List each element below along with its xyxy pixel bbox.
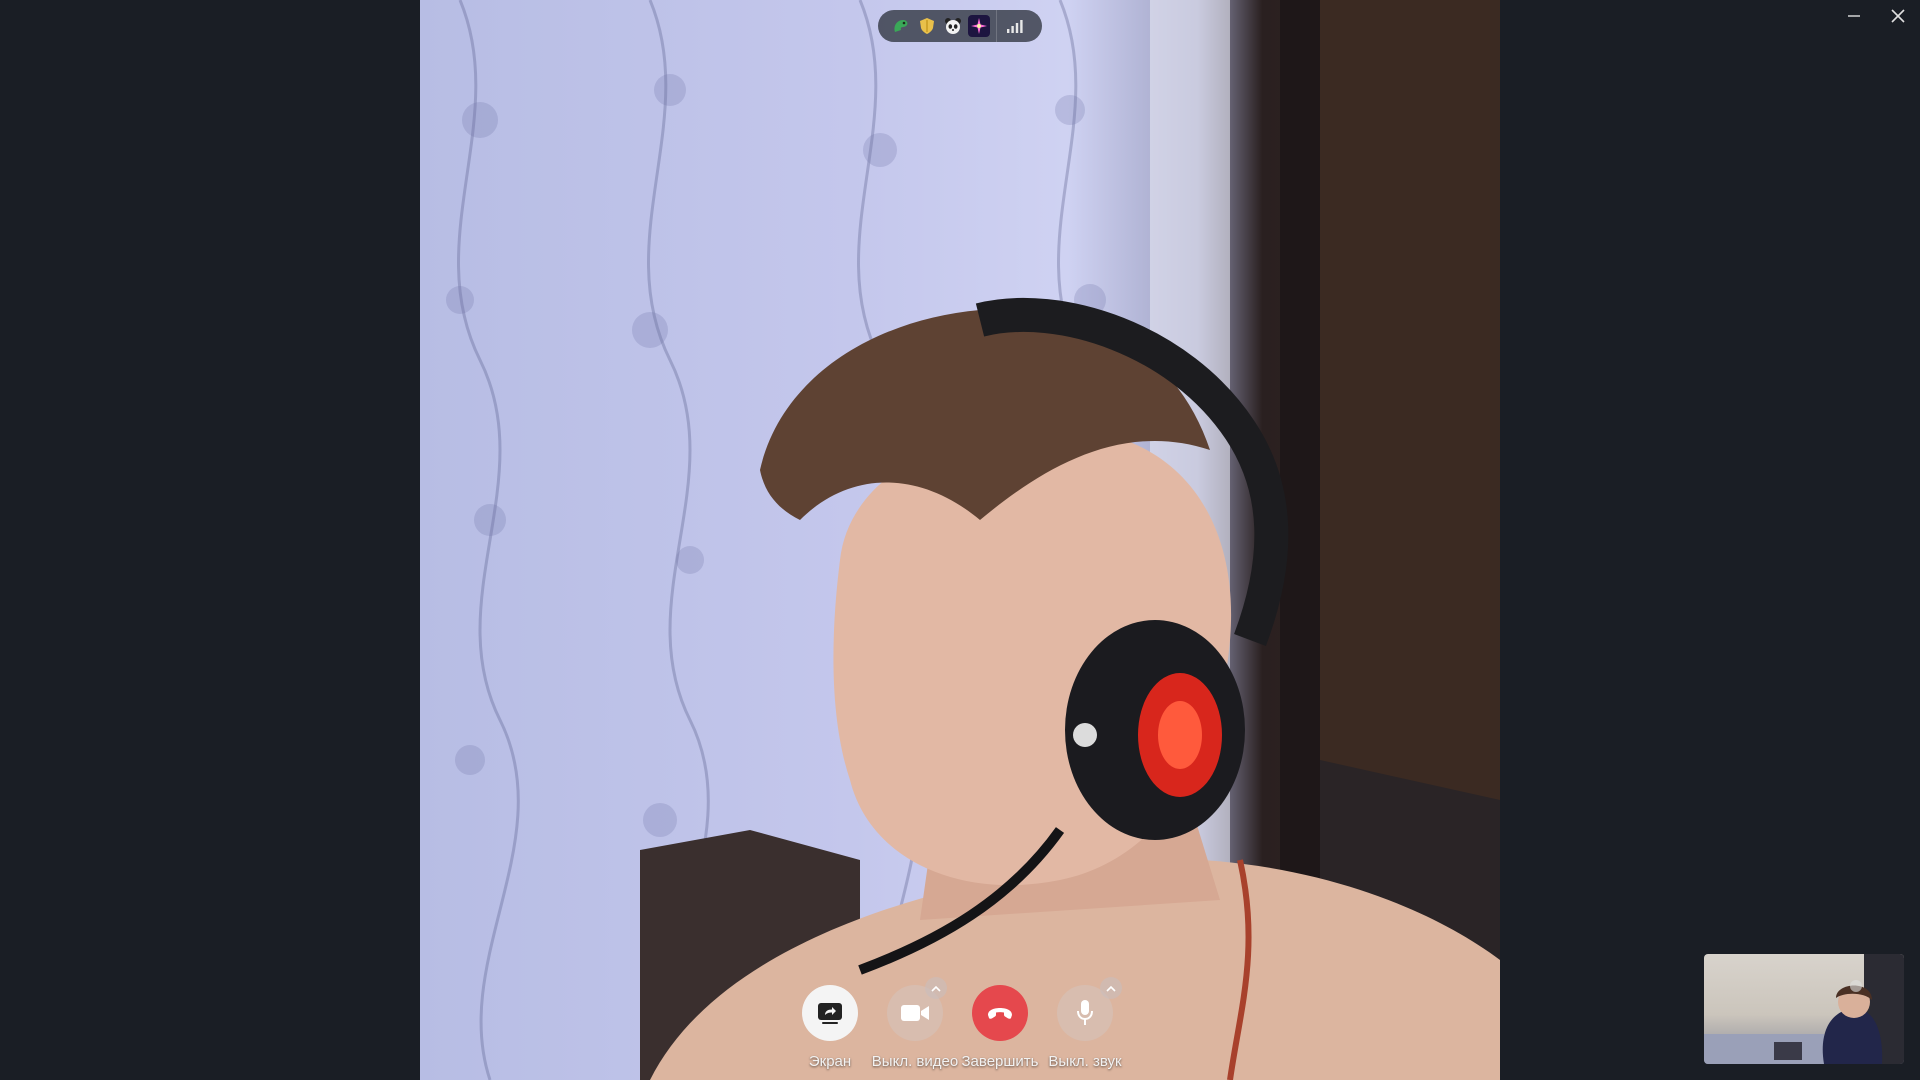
shield-emoji-icon (916, 15, 938, 37)
call-controls: Экран Выкл. видео Завершить Выкл. звук (790, 977, 1130, 1075)
mic-control: Выкл. звук (1040, 977, 1130, 1070)
screen-share-label: Экран (808, 1053, 852, 1070)
sparkle-emoji-icon (968, 15, 990, 37)
chevron-up-icon (931, 985, 941, 992)
self-video-preview[interactable] (1704, 954, 1904, 1064)
window-controls (1832, 0, 1920, 32)
minimize-icon (1848, 15, 1860, 17)
screen-share-control: Экран (785, 985, 875, 1070)
end-call-control: Завершить (955, 985, 1045, 1070)
video-toggle-label: Выкл. видео (871, 1053, 959, 1070)
remote-video-frame (446, 0, 1500, 1080)
video-options-button[interactable] (925, 977, 947, 999)
self-video-frame (1704, 954, 1904, 1064)
video-camera-icon (901, 1005, 929, 1021)
panda-emoji-icon (942, 15, 964, 37)
chevron-up-icon (1106, 985, 1116, 992)
end-call-button[interactable] (972, 985, 1028, 1041)
encryption-emoji-group[interactable] (878, 10, 996, 42)
mic-toggle-label: Выкл. звук (1048, 1053, 1122, 1070)
dragon-emoji-icon (890, 15, 912, 37)
end-call-label: Завершить (961, 1053, 1039, 1070)
call-window: Экран Выкл. видео Завершить Выкл. звук (0, 0, 1920, 1080)
mic-options-button[interactable] (1100, 977, 1122, 999)
signal-bars-icon (1007, 20, 1023, 33)
minimize-button[interactable] (1832, 0, 1876, 32)
video-control: Выкл. видео (870, 977, 960, 1070)
screen-share-button[interactable] (802, 985, 858, 1041)
hang-up-icon (988, 1008, 1012, 1019)
close-button[interactable] (1876, 0, 1920, 32)
close-icon (1891, 9, 1905, 23)
microphone-icon (1077, 1000, 1093, 1025)
remote-video (420, 0, 1500, 1080)
encryption-status-pill[interactable] (878, 10, 1042, 42)
screen-share-icon (818, 1003, 842, 1024)
signal-strength-indicator (996, 10, 1033, 42)
